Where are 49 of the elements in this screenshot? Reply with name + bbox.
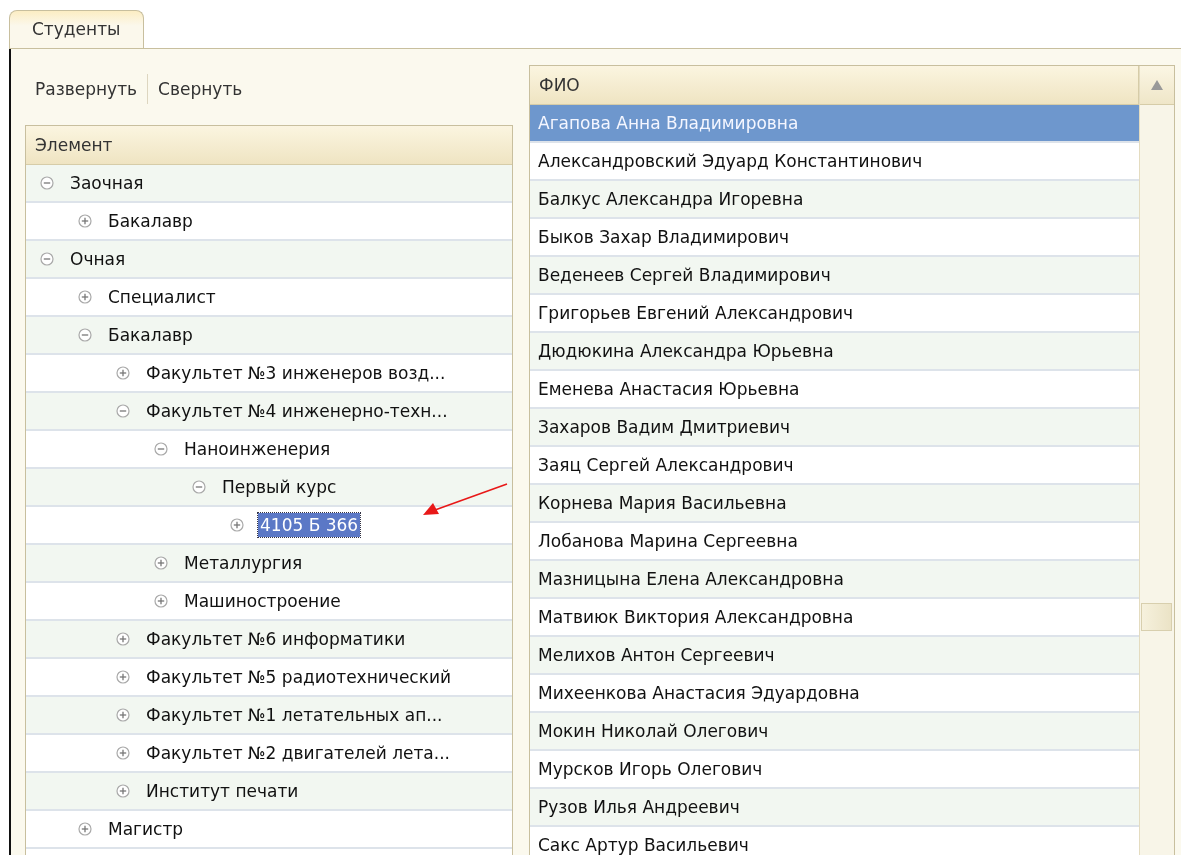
- tree-item[interactable]: Заочная: [68, 171, 146, 195]
- tree-item[interactable]: Первый курс: [220, 475, 339, 499]
- expand-icon[interactable]: [230, 518, 244, 532]
- tree-item[interactable]: Бакалавр: [106, 209, 195, 233]
- tree-item[interactable]: 4105 Б 366: [258, 513, 361, 537]
- table-row[interactable]: Захаров Вадим Дмитриевич: [530, 409, 1139, 447]
- scrollbar[interactable]: [1139, 66, 1174, 855]
- tree-item[interactable]: Металлургия: [182, 551, 305, 575]
- tree-item[interactable]: Специалист: [106, 285, 218, 309]
- tree-item[interactable]: Факультет №3 инженеров возд...: [144, 361, 448, 385]
- table-row[interactable]: Дюдюкина Александра Юрьевна: [530, 333, 1139, 371]
- tree-item[interactable]: Магистр: [106, 817, 186, 841]
- column-header[interactable]: ФИО: [530, 66, 1139, 105]
- expand-icon[interactable]: [116, 784, 130, 798]
- collapse-icon[interactable]: [40, 252, 54, 266]
- form-tab[interactable]: Студенты: [9, 10, 144, 48]
- tree-item[interactable]: Машиностроение: [182, 589, 343, 613]
- expand-icon[interactable]: [78, 290, 92, 304]
- expand-icon[interactable]: [154, 594, 168, 608]
- table-row[interactable]: Рузов Илья Андреевич: [530, 789, 1139, 827]
- tree-item[interactable]: Факультет №2 двигателей лета...: [144, 741, 452, 765]
- tree-item[interactable]: Факультет №5 радиотехнический: [144, 665, 454, 689]
- expand-icon[interactable]: [78, 214, 92, 228]
- table-row[interactable]: Балкус Александра Игоревна: [530, 181, 1139, 219]
- table-row[interactable]: Мокин Николай Олегович: [530, 713, 1139, 751]
- collapse-icon[interactable]: [78, 328, 92, 342]
- collapse-icon[interactable]: [192, 480, 206, 494]
- tree-item[interactable]: Очная: [68, 247, 128, 271]
- collapse-icon[interactable]: [116, 404, 130, 418]
- expand-icon[interactable]: [116, 746, 130, 760]
- expand-icon[interactable]: [116, 632, 130, 646]
- table-row[interactable]: Мелихов Антон Сергеевич: [530, 637, 1139, 675]
- expand-icon[interactable]: [154, 556, 168, 570]
- tree-item[interactable]: Наноинженерия: [182, 437, 333, 461]
- scroll-thumb[interactable]: [1141, 603, 1172, 631]
- collapse-icon[interactable]: [40, 176, 54, 190]
- column-header[interactable]: Элемент: [26, 126, 512, 165]
- expand-icon[interactable]: [78, 822, 92, 836]
- scroll-up-icon[interactable]: [1151, 80, 1163, 90]
- table-row[interactable]: Мазницына Елена Александровна: [530, 561, 1139, 599]
- table-row[interactable]: Корнева Мария Васильевна: [530, 485, 1139, 523]
- tree-item[interactable]: Бакалавр: [106, 323, 195, 347]
- collapse-icon[interactable]: [154, 442, 168, 456]
- expand-icon[interactable]: [116, 708, 130, 722]
- toolbar-button[interactable]: Развернуть: [25, 79, 148, 99]
- expand-icon[interactable]: [116, 670, 130, 684]
- toolbar-button[interactable]: Свернуть: [148, 79, 253, 99]
- expand-icon[interactable]: [116, 366, 130, 380]
- table-row[interactable]: Веденеев Сергей Владимирович: [530, 257, 1139, 295]
